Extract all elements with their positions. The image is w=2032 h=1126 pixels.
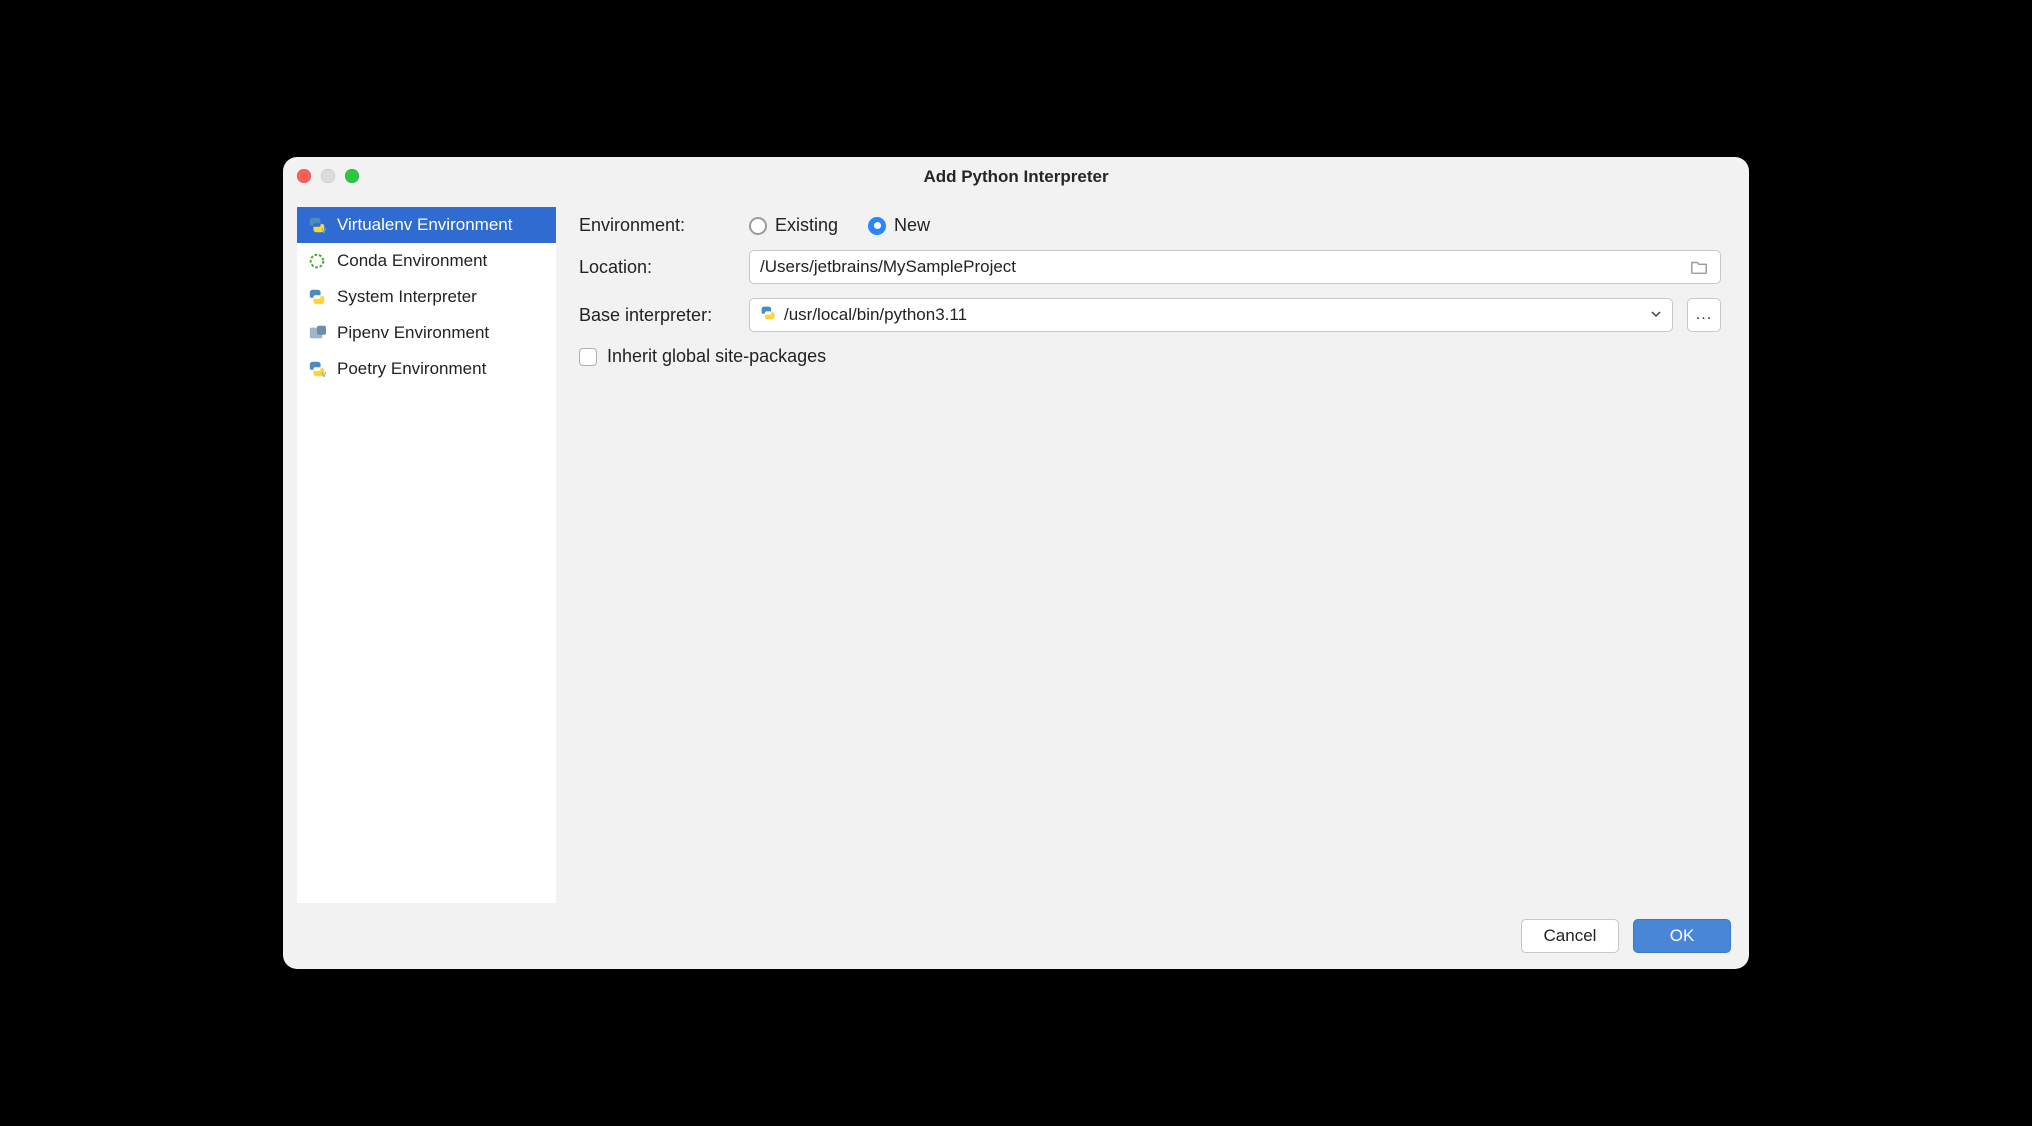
radio-label: New [894, 215, 930, 236]
form-content: Environment: Existing New Location: /Use… [557, 197, 1749, 913]
window-controls [297, 169, 359, 183]
sidebar-item-virtualenv[interactable]: V Virtualenv Environment [297, 207, 556, 243]
base-interpreter-row: Base interpreter: /usr/local/bin/python3… [579, 298, 1721, 332]
radio-new[interactable]: New [868, 215, 930, 236]
python-icon [760, 305, 776, 326]
titlebar: Add Python Interpreter [283, 157, 1749, 197]
chevron-down-icon [1650, 305, 1662, 325]
radio-existing[interactable]: Existing [749, 215, 838, 236]
location-input[interactable]: /Users/jetbrains/MySampleProject [749, 250, 1721, 284]
sidebar-item-label: Poetry Environment [337, 359, 486, 379]
radio-label: Existing [775, 215, 838, 236]
interpreter-type-sidebar: V Virtualenv Environment Conda Environme… [297, 207, 557, 903]
sidebar-item-poetry[interactable]: V Poetry Environment [297, 351, 556, 387]
browse-interpreter-button[interactable]: ... [1687, 298, 1721, 332]
dialog-footer: Cancel OK [283, 913, 1749, 969]
sidebar-item-system[interactable]: System Interpreter [297, 279, 556, 315]
zoom-icon[interactable] [345, 169, 359, 183]
python-icon [307, 287, 327, 307]
location-label: Location: [579, 257, 735, 278]
svg-text:V: V [322, 226, 327, 234]
cancel-button[interactable]: Cancel [1521, 919, 1619, 953]
location-value: /Users/jetbrains/MySampleProject [760, 257, 1680, 277]
base-interpreter-value: /usr/local/bin/python3.11 [784, 305, 1642, 325]
svg-text:V: V [322, 370, 327, 378]
inherit-global-checkbox[interactable]: Inherit global site-packages [579, 346, 826, 367]
environment-row: Environment: Existing New [579, 215, 1721, 236]
environment-label: Environment: [579, 215, 735, 236]
sidebar-item-label: Pipenv Environment [337, 323, 489, 343]
minimize-icon[interactable] [321, 169, 335, 183]
browse-folder-icon[interactable] [1688, 256, 1710, 278]
base-interpreter-label: Base interpreter: [579, 305, 735, 326]
close-icon[interactable] [297, 169, 311, 183]
location-row: Location: /Users/jetbrains/MySampleProje… [579, 250, 1721, 284]
dialog-window: Add Python Interpreter V Virtualenv Envi… [283, 157, 1749, 969]
window-title: Add Python Interpreter [283, 167, 1749, 187]
button-label: Cancel [1544, 926, 1597, 946]
pipenv-icon [307, 323, 327, 343]
sidebar-item-label: System Interpreter [337, 287, 477, 307]
python-v-icon: V [307, 359, 327, 379]
ellipsis-icon: ... [1696, 306, 1712, 324]
sidebar-item-conda[interactable]: Conda Environment [297, 243, 556, 279]
checkbox-label: Inherit global site-packages [607, 346, 826, 367]
sidebar-item-label: Conda Environment [337, 251, 487, 271]
ok-button[interactable]: OK [1633, 919, 1731, 953]
base-interpreter-select[interactable]: /usr/local/bin/python3.11 [749, 298, 1673, 332]
radio-on-icon [868, 217, 886, 235]
button-label: OK [1670, 926, 1695, 946]
inherit-row: Inherit global site-packages [579, 346, 1721, 367]
sidebar-item-pipenv[interactable]: Pipenv Environment [297, 315, 556, 351]
conda-icon [307, 251, 327, 271]
radio-off-icon [749, 217, 767, 235]
checkbox-off-icon [579, 348, 597, 366]
python-v-icon: V [307, 215, 327, 235]
sidebar-item-label: Virtualenv Environment [337, 215, 512, 235]
